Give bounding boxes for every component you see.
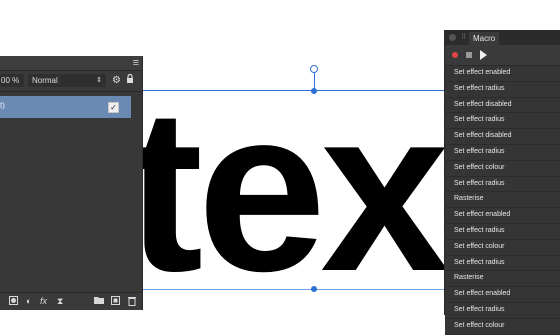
- trash-icon[interactable]: [128, 296, 136, 309]
- macro-action-list: Set effect enabled Set effect radius Set…: [445, 66, 560, 335]
- layer-visibility-checkbox[interactable]: ✓: [108, 102, 119, 113]
- selection-bottom-edge: [130, 289, 460, 290]
- blend-mode-select[interactable]: Normal ⇕: [28, 74, 106, 87]
- gear-icon[interactable]: ⚙: [112, 74, 121, 87]
- macro-action-item[interactable]: Set effect radius: [445, 81, 560, 98]
- opacity-value: 00 %: [1, 76, 20, 85]
- macro-action-item[interactable]: Set effect colour: [445, 239, 560, 256]
- hamburger-menu-icon[interactable]: ≡: [133, 56, 139, 70]
- fx-icon[interactable]: fx: [40, 296, 47, 307]
- selection-bottom-handle[interactable]: [311, 286, 317, 292]
- adjustment-icon[interactable]: ◐: [26, 296, 31, 307]
- macro-action-item[interactable]: Rasterise: [445, 192, 560, 209]
- layers-footer: ◐ fx ⧗: [0, 292, 142, 310]
- macro-action-item[interactable]: Set effect radius: [445, 255, 560, 272]
- tab-macro[interactable]: Macro: [469, 32, 500, 45]
- selection-top-handle[interactable]: [311, 88, 317, 94]
- macro-action-item[interactable]: Set effect radius: [445, 302, 560, 319]
- record-icon[interactable]: [452, 52, 458, 58]
- folder-icon[interactable]: [94, 296, 104, 307]
- mask-icon[interactable]: [9, 296, 18, 308]
- layers-toolbar: 00 % Normal ⇕ ⚙: [0, 71, 142, 92]
- macro-action-item[interactable]: Set effect radius: [445, 113, 560, 130]
- macro-action-item[interactable]: Set effect radius: [445, 223, 560, 240]
- macro-panel: ⠿ Macro Set effect enabled Set effect ra…: [445, 30, 560, 335]
- layers-panel: ≡ 00 % Normal ⇕ ⚙ t) ✓ ◐ fx ⧗: [0, 56, 142, 310]
- play-icon[interactable]: [480, 50, 487, 60]
- macro-action-item[interactable]: Set effect enabled: [445, 66, 560, 82]
- macro-action-item[interactable]: Set effect radius: [445, 144, 560, 161]
- macro-action-item[interactable]: Rasterise: [445, 271, 560, 288]
- macro-action-item[interactable]: Set effect radius: [445, 176, 560, 193]
- hourglass-icon[interactable]: ⧗: [57, 296, 63, 307]
- macro-action-item[interactable]: Set effect disabled: [445, 129, 560, 145]
- macro-action-item[interactable]: Set effect colour: [445, 160, 560, 177]
- canvas-text[interactable]: tex: [126, 75, 449, 307]
- macro-tab-bar: ⠿ Macro: [445, 30, 560, 45]
- selection-top-edge: [130, 90, 460, 91]
- lock-icon[interactable]: [126, 73, 134, 88]
- macro-action-item[interactable]: Set effect enabled: [445, 208, 560, 224]
- blend-mode-value: Normal: [32, 76, 58, 85]
- macro-controls: [445, 45, 560, 66]
- macro-action-item[interactable]: Set effect enabled: [445, 287, 560, 303]
- rotation-handle[interactable]: [310, 65, 318, 73]
- layer-name: t): [0, 101, 5, 110]
- layers-panel-header: ≡: [0, 56, 142, 71]
- group-icon[interactable]: [111, 296, 120, 308]
- stop-icon[interactable]: [466, 52, 472, 58]
- chevron-updown-icon: ⇕: [96, 77, 102, 84]
- close-icon[interactable]: [449, 34, 456, 41]
- grip-icon[interactable]: ⠿: [461, 33, 466, 41]
- macro-action-item[interactable]: Set effect disabled: [445, 97, 560, 114]
- layer-row-selected[interactable]: t) ✓: [0, 96, 131, 118]
- opacity-field[interactable]: 00 %: [0, 74, 24, 87]
- macro-action-item[interactable]: Set effect colour: [445, 318, 560, 335]
